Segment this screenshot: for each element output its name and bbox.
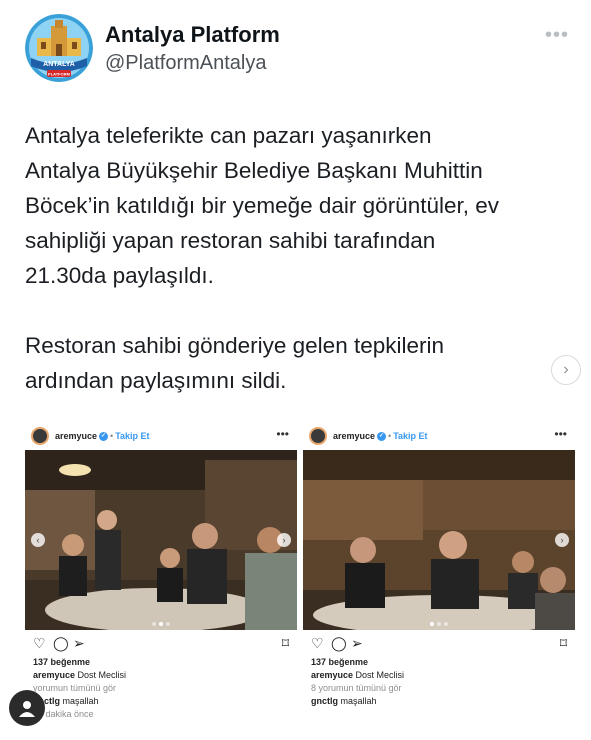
verified-badge-icon: ✓ (99, 432, 109, 442)
comment: gnctlg maşallah (311, 695, 575, 708)
post-photo[interactable]: › (303, 450, 575, 630)
post-header: aremyuce ✓ • Takip Et ••• (25, 424, 297, 450)
carousel-dots (430, 622, 448, 626)
instagram-post-1: aremyuce ✓ • Takip Et ••• ‹ › ♡ ◯ ➢ ⌑ 13… (25, 424, 297, 721)
caption-user[interactable]: aremyuce (311, 670, 353, 680)
post-username[interactable]: aremyuce (333, 431, 375, 441)
more-options-icon[interactable]: ••• (545, 24, 569, 47)
chevron-right-icon: › (563, 361, 569, 378)
chevron-right-icon: › (560, 535, 564, 545)
heart-icon[interactable]: ♡ (33, 635, 46, 652)
comment-icon[interactable]: ◯ (53, 635, 69, 652)
carousel-next-button[interactable]: › (277, 533, 291, 547)
carousel-next-button[interactable]: › (555, 533, 569, 547)
verified-badge-icon: ✓ (377, 432, 387, 442)
tweet-header: ANTALYA PLATFORM Antalya Platform @Platf… (25, 14, 575, 84)
post-meta: 137 beğenme aremyuce Dost Meclisi yorumu… (25, 656, 297, 721)
post-username[interactable]: aremyuce (55, 431, 97, 441)
chevron-left-icon: ‹ (36, 535, 40, 545)
bookmark-icon[interactable]: ⌑ (560, 635, 567, 652)
caption-text: Dost Meclisi (355, 670, 405, 680)
carousel-dots (152, 622, 170, 626)
account-name[interactable]: Antalya Platform (105, 22, 280, 48)
account-avatar[interactable]: ANTALYA PLATFORM (25, 14, 93, 82)
tweet-paragraph-1: Antalya teleferikte can pazarı yaşanırke… (25, 123, 500, 288)
comment-text: maşallah (340, 696, 377, 706)
restaurant-dinner-photo (303, 450, 575, 630)
follow-button[interactable]: Takip Et (393, 431, 427, 441)
likes-count[interactable]: 137 beğenme (33, 656, 297, 669)
separator-dot: • (110, 431, 114, 441)
caption: aremyuce Dost Meclisi (33, 669, 297, 682)
post-username-row: aremyuce ✓ • Takip Et (55, 431, 150, 442)
caption-text: Dost Meclisi (77, 670, 127, 680)
tweet-paragraph-2: Restoran sahibi gönderiye gelen tepkiler… (25, 333, 445, 393)
comment: gnctlg maşallah (33, 695, 297, 708)
post-more-icon[interactable]: ••• (276, 427, 289, 441)
view-comments-link[interactable]: yorumun tümünü gör (33, 682, 297, 695)
follow-button[interactable]: Takip Et (115, 431, 149, 441)
instagram-post-2: aremyuce✓•Takip Et ••• › ♡ ◯ ➢ ⌑ 137 (303, 424, 575, 708)
post-more-icon[interactable]: ••• (554, 427, 567, 441)
share-icon[interactable]: ➢ (351, 635, 363, 652)
logo-sublettering: PLATFORM (48, 72, 71, 77)
logo-lettering: ANTALYA (43, 61, 75, 68)
post-avatar[interactable] (31, 427, 49, 445)
heart-icon[interactable]: ♡ (311, 635, 324, 652)
gallery-next-button[interactable]: › (551, 355, 581, 385)
restaurant-dinner-photo (25, 450, 297, 630)
separator-dot: • (388, 431, 392, 441)
post-time: 38 dakika önce (33, 709, 94, 719)
likes-count[interactable]: 137 beğenme (311, 656, 575, 669)
account-handle[interactable]: @PlatformAntalya (105, 52, 266, 75)
profile-fab-button[interactable] (9, 690, 45, 726)
post-avatar[interactable] (309, 427, 327, 445)
caption: aremyuce Dost Meclisi (311, 669, 575, 682)
chevron-right-icon: › (282, 535, 286, 545)
post-username-row: aremyuce ✓ • Takip Et (333, 431, 428, 442)
user-icon (19, 701, 35, 717)
tweet-text: Antalya teleferikte can pazarı yaşanırke… (25, 118, 570, 398)
comment-user[interactable]: gnctlg (311, 696, 338, 706)
post-header: aremyuce ✓ • Takip Et ••• (303, 424, 575, 450)
comment-icon[interactable]: ◯ (331, 635, 347, 652)
share-icon[interactable]: ➢ (73, 635, 85, 652)
post-meta: 137 beğenme aremyuce Dost Meclisi 8 yoru… (303, 656, 575, 708)
post-actions: ♡ ◯ ➢ ⌑ (25, 630, 297, 656)
carousel-prev-button[interactable]: ‹ (31, 533, 45, 547)
comment-text: maşallah (62, 696, 99, 706)
caption-user[interactable]: aremyuce (33, 670, 75, 680)
post-actions: ♡ ◯ ➢ ⌑ (303, 630, 575, 656)
antalya-platform-logo-icon: ANTALYA PLATFORM (25, 14, 93, 82)
post-photo[interactable]: ‹ › (25, 450, 297, 630)
view-comments-link[interactable]: 8 yorumun tümünü gör (311, 682, 575, 695)
bookmark-icon[interactable]: ⌑ (282, 635, 289, 652)
